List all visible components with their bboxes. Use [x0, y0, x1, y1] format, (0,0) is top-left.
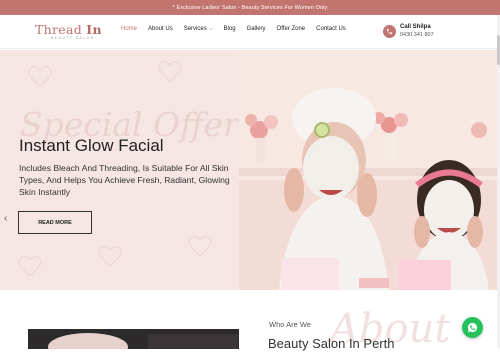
read-more-button[interactable]: READ MORE: [18, 211, 92, 234]
nav-services-label: Services: [183, 26, 207, 32]
nav-gallery[interactable]: Gallery: [247, 26, 266, 32]
hero-text-panel: Special Offer Instant Glow Facial Includ…: [0, 50, 239, 290]
about-section: About Who Are We Beauty Salon In Perth: [0, 290, 497, 352]
nav-blog[interactable]: Blog: [224, 26, 236, 32]
call-number: 0430 341 807: [400, 32, 434, 38]
site-logo[interactable]: Thread In BEAUTY SALON: [35, 22, 102, 40]
main-nav: Home About Us Services ⌵ Blog Gallery Off…: [121, 26, 357, 32]
about-photo: [28, 329, 239, 349]
about-eyebrow: Who Are We: [269, 320, 311, 329]
hero-slider: Special Offer Instant Glow Facial Includ…: [0, 50, 497, 290]
mother-daughter-facial-illustration: [239, 50, 497, 290]
whatsapp-icon[interactable]: [462, 317, 483, 338]
site-header: Thread In BEAUTY SALON Home About Us Ser…: [0, 15, 500, 49]
hero-image: [239, 50, 497, 290]
nav-contact-us[interactable]: Contact Us: [316, 26, 346, 32]
nav-home[interactable]: Home: [121, 26, 137, 32]
nav-services[interactable]: Services ⌵: [184, 26, 213, 32]
announcement-text: * Exclusive Ladies' Salon - Beauty Servi…: [172, 4, 328, 11]
hero-description: Includes Bleach And Threading, Is Suitab…: [19, 163, 230, 197]
call-label: Call Shilpa: [400, 24, 431, 30]
chevron-left-icon[interactable]: ‹: [4, 213, 7, 224]
call-shilpa[interactable]: Call Shilpa 0430 341 807: [383, 24, 434, 38]
phone-icon: [383, 24, 396, 38]
announcement-bar: * Exclusive Ladies' Salon - Beauty Servi…: [0, 0, 500, 15]
logo-name-a: Thread: [35, 22, 87, 37]
about-title: Beauty Salon In Perth: [268, 336, 395, 351]
nav-offer-zone[interactable]: Offer Zone: [277, 26, 306, 32]
hero-title: Instant Glow Facial: [19, 136, 164, 155]
logo-name-b: In: [86, 22, 102, 37]
nav-about-us[interactable]: About Us: [148, 26, 173, 32]
logo-tagline: BEAUTY SALON: [51, 36, 95, 40]
chevron-down-icon: ⌵: [208, 26, 213, 32]
salon-treatment-photo: [28, 329, 239, 349]
